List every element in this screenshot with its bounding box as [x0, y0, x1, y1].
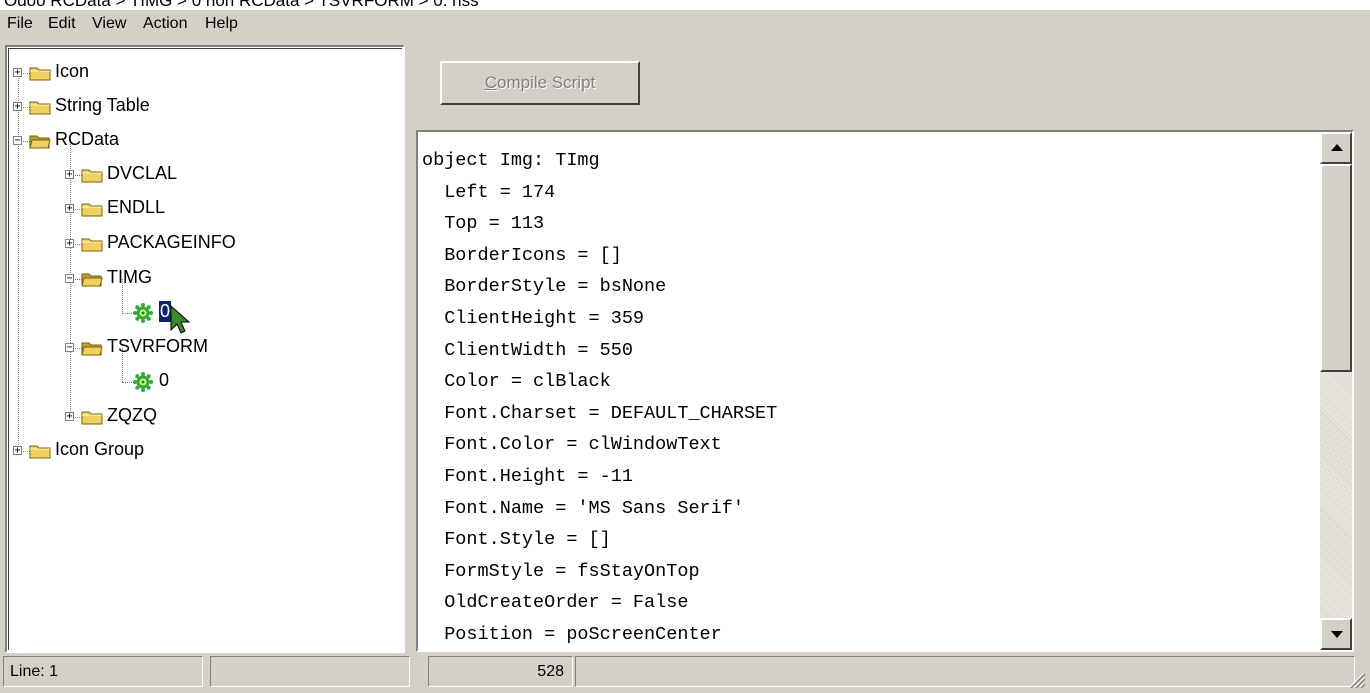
- tree-item-label: ENDLL: [107, 197, 166, 217]
- folder-icon: [81, 167, 103, 183]
- folder-icon: [29, 65, 51, 81]
- status-line: Line: 1: [3, 656, 203, 687]
- code-lines: object Img: TImg Left = 174 Top = 113 Bo…: [422, 145, 1312, 650]
- expand-toggle-icon[interactable]: +: [13, 446, 22, 456]
- status-bar: Line: 1 528: [0, 656, 1370, 693]
- tree-item-label: RCData: [55, 129, 120, 149]
- scroll-up-button[interactable]: [1320, 132, 1352, 164]
- tree-item-label: TIMG: [107, 267, 152, 287]
- tree-item-label: Icon: [55, 61, 90, 81]
- folder-icon: [81, 409, 103, 425]
- tree-item[interactable]: + DVCLAL: [9, 163, 399, 187]
- tree-item[interactable]: − TSVRFORM: [9, 336, 399, 360]
- collapse-toggle-icon[interactable]: −: [13, 136, 22, 146]
- script-editor[interactable]: object Img: TImg Left = 174 Top = 113 Bo…: [416, 130, 1354, 652]
- tree-canvas: + Icon + String Table − RCData + DVCLAL + ENDLL + P…: [8, 48, 402, 650]
- tree-item[interactable]: + Icon Group: [9, 439, 399, 463]
- tree-item[interactable]: − TIMG: [9, 267, 399, 291]
- tree-item-label: TSVRFORM: [107, 336, 208, 356]
- code-line: FormStyle = fsStayOnTop: [422, 560, 700, 582]
- resize-grip-icon[interactable]: [1346, 669, 1366, 689]
- compile-mnemonic: C: [484, 73, 497, 92]
- code-line: BorderIcons = []: [422, 244, 622, 266]
- tree-item-label: DVCLAL: [107, 163, 178, 183]
- pane-splitter[interactable]: [405, 45, 415, 653]
- code-line: object Img: TImg: [422, 150, 600, 171]
- compile-label-rest: ompile Script: [497, 73, 596, 92]
- menu-help[interactable]: Help: [202, 15, 241, 33]
- tree-item[interactable]: 0: [9, 300, 399, 334]
- status-panel-wide: [575, 656, 1355, 687]
- code-line: Font.Style = []: [422, 529, 611, 551]
- tree-item[interactable]: + ENDLL: [9, 197, 399, 221]
- code-line: Position = poScreenCenter: [422, 623, 722, 645]
- compile-script-button[interactable]: Compile Script: [440, 61, 640, 105]
- code-line: Top = 113: [422, 213, 545, 235]
- expand-toggle-icon[interactable]: +: [13, 68, 22, 78]
- collapse-toggle-icon[interactable]: −: [65, 274, 74, 284]
- tree-item[interactable]: − RCData: [9, 129, 399, 153]
- menu-bar: File Edit View Action Help: [0, 10, 1370, 40]
- tree-item[interactable]: + Icon: [9, 61, 399, 85]
- open-folder-icon: [29, 133, 51, 149]
- code-line: Font.Name = 'MS Sans Serif': [422, 497, 744, 519]
- cursor-arrow-icon: [170, 304, 192, 340]
- tree-item[interactable]: 0: [9, 370, 399, 394]
- code-line: ClientWidth = 550: [422, 339, 633, 361]
- menu-view[interactable]: View: [89, 15, 129, 33]
- expand-toggle-icon[interactable]: +: [65, 239, 74, 249]
- collapse-toggle-icon[interactable]: −: [65, 343, 74, 353]
- menu-edit[interactable]: Edit: [45, 15, 79, 33]
- arrow-up-icon: [1331, 144, 1343, 151]
- tree-item-label: String Table: [55, 95, 150, 115]
- tree-item-label: ZQZQ: [107, 405, 157, 425]
- resource-tree[interactable]: + Icon + String Table − RCData + DVCLAL + ENDLL + P…: [5, 45, 405, 653]
- expand-toggle-icon[interactable]: +: [65, 412, 74, 422]
- menu-file[interactable]: File: [4, 15, 36, 33]
- scroll-down-button[interactable]: [1320, 618, 1352, 650]
- code-line: BorderStyle = bsNone: [422, 276, 667, 298]
- scroll-thumb[interactable]: [1320, 164, 1352, 372]
- code-line: Color = clBlack: [422, 371, 611, 393]
- expand-toggle-icon[interactable]: +: [13, 102, 22, 112]
- folder-icon: [29, 443, 51, 459]
- folder-icon: [29, 99, 51, 115]
- expand-toggle-icon[interactable]: +: [65, 204, 74, 214]
- code-line: Font.Color = clWindowText: [422, 434, 722, 456]
- menu-action[interactable]: Action: [140, 15, 190, 33]
- tree-item-label: 0: [159, 370, 170, 390]
- tree-item[interactable]: + PACKAGEINFO: [9, 232, 399, 256]
- tree-item[interactable]: + ZQZQ: [9, 405, 399, 429]
- code-line: OldCreateOrder = False: [422, 592, 689, 614]
- gear-icon: [133, 303, 153, 323]
- code-line: Font.Charset = DEFAULT_CHARSET: [422, 402, 778, 424]
- folder-icon: [81, 201, 103, 217]
- arrow-down-icon: [1331, 631, 1343, 638]
- window-title: Odoo RCData > TIMG > 0 non RCData > TSVR…: [4, 0, 479, 10]
- tree-item-label: PACKAGEINFO: [107, 232, 236, 252]
- code-line: ClientHeight = 359: [422, 307, 645, 329]
- tree-item-label: Icon Group: [55, 439, 145, 459]
- code-line: Font.Height = -11: [422, 465, 633, 487]
- vertical-scrollbar[interactable]: [1320, 132, 1352, 650]
- tree-item[interactable]: + String Table: [9, 95, 399, 119]
- status-size: 528: [428, 656, 573, 687]
- expand-toggle-icon[interactable]: +: [65, 170, 74, 180]
- status-panel-empty: [210, 656, 410, 687]
- folder-icon: [81, 236, 103, 252]
- script-toolbar: Compile Script: [415, 45, 1365, 125]
- gear-icon: [133, 372, 153, 392]
- window-title-strip: Odoo RCData > TIMG > 0 non RCData > TSVR…: [0, 0, 1370, 10]
- open-folder-icon: [81, 271, 103, 287]
- code-line: Left = 174: [422, 181, 556, 203]
- open-folder-icon: [81, 340, 103, 356]
